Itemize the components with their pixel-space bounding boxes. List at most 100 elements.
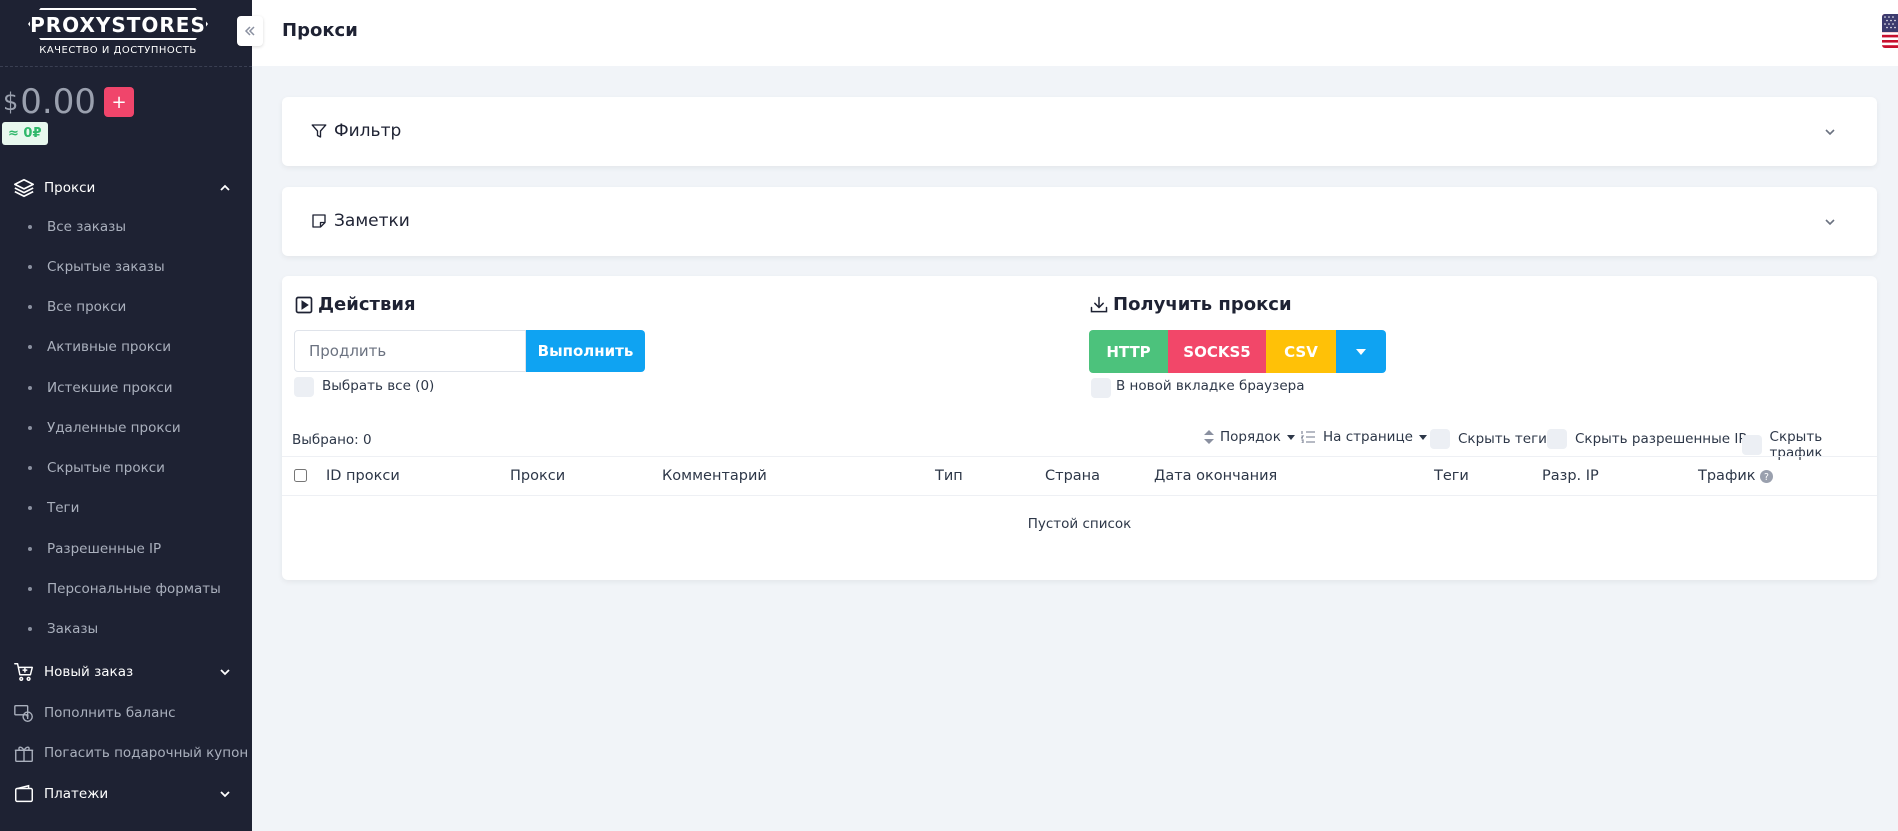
column-header-id[interactable]: ID прокси — [326, 468, 400, 484]
sidebar-subitem-all-orders[interactable]: Все заказы — [0, 212, 252, 242]
filter-icon — [311, 124, 327, 138]
empty-list-message: Пустой список — [1027, 516, 1132, 532]
sidebar-subitem-label: Разрешенные IP — [47, 541, 162, 557]
brand-logo[interactable]: PROXYSTORES КАЧЕСТВО И ДОСТУПНОСТЬ — [28, 8, 210, 58]
sidebar-item-label: Пополнить баланс — [44, 705, 176, 721]
sidebar: PROXYSTORES КАЧЕСТВО И ДОСТУПНОСТЬ $ 0.0… — [0, 0, 252, 831]
bullet-icon — [28, 426, 32, 430]
column-header-country[interactable]: Страна — [1045, 468, 1100, 484]
selected-count: Выбрано: 0 — [292, 432, 372, 448]
filter-card[interactable]: Фильтр — [282, 97, 1877, 166]
http-format-button[interactable]: HTTP — [1089, 330, 1168, 373]
per-page-dropdown[interactable]: На странице — [1301, 429, 1427, 445]
sort-icon — [1204, 430, 1214, 444]
topbar: Прокси — [252, 0, 1898, 66]
play-icon — [295, 296, 313, 313]
sidebar-subitem-label: Теги — [47, 500, 80, 516]
sidebar-subitem-label: Скрытые прокси — [47, 460, 165, 476]
order-label: Порядок — [1220, 429, 1281, 445]
column-header-tags[interactable]: Теги — [1434, 468, 1469, 484]
sidebar-subitem-label: Активные прокси — [47, 339, 172, 355]
balance-rub-badge: ≈ 0₽ — [2, 122, 48, 145]
sidebar-item-top-up[interactable]: Пополнить баланс — [0, 698, 252, 728]
sidebar-item-label: Прокси — [44, 180, 96, 196]
gift-icon — [12, 741, 36, 765]
column-header-comment[interactable]: Комментарий — [662, 468, 767, 484]
notes-card[interactable]: Заметки — [282, 187, 1877, 256]
sidebar-subitem-label: Скрытые заказы — [47, 259, 165, 275]
bullet-icon — [28, 627, 32, 631]
layers-icon — [12, 176, 36, 200]
new-tab-checkbox[interactable] — [1091, 378, 1111, 398]
collapse-sidebar-button[interactable] — [237, 16, 263, 46]
sidebar-item-proxy[interactable]: Прокси — [0, 173, 252, 203]
column-header-type[interactable]: Тип — [935, 468, 963, 484]
action-select[interactable]: Продлить — [294, 330, 526, 372]
sidebar-subitem-deleted-proxies[interactable]: Удаленные прокси — [0, 413, 252, 443]
svg-text:?: ? — [1764, 471, 1769, 482]
socks5-format-button[interactable]: SOCKS5 — [1168, 330, 1266, 373]
column-header-allowed-ip[interactable]: Разр. IP — [1542, 468, 1599, 484]
sidebar-item-new-order[interactable]: Новый заказ — [0, 657, 252, 687]
actions-title: Действия — [294, 294, 416, 315]
sidebar-subitem-orders[interactable]: Заказы — [0, 614, 252, 644]
hide-allowed-ip-toggle[interactable]: Скрыть разрешенные IP — [1547, 429, 1747, 449]
sidebar-subitem-allowed-ip[interactable]: Разрешенные IP — [0, 534, 252, 564]
sidebar-item-coupon[interactable]: Погасить подарочный купон — [0, 738, 252, 768]
bullet-icon — [28, 547, 32, 551]
sidebar-subitem-label: Удаленные прокси — [47, 420, 181, 436]
add-funds-button[interactable]: + — [103, 87, 134, 117]
sidebar-item-payments[interactable]: Платежи — [0, 779, 252, 809]
caret-down-icon — [1418, 434, 1427, 440]
csv-format-button[interactable]: CSV — [1266, 330, 1336, 373]
format-dropdown-button[interactable] — [1336, 330, 1386, 373]
sidebar-subitem-expired-proxies[interactable]: Истекшие прокси — [0, 373, 252, 403]
chevron-down-icon — [220, 791, 230, 798]
hide-allowed-ip-checkbox[interactable] — [1547, 429, 1567, 449]
bullet-icon — [28, 305, 32, 309]
bullet-icon — [28, 386, 32, 390]
sidebar-subitem-all-proxies[interactable]: Все прокси — [0, 292, 252, 322]
double-chevron-left-icon — [244, 26, 255, 36]
cart-icon — [12, 660, 36, 684]
hide-tags-toggle[interactable]: Скрыть теги — [1430, 429, 1547, 449]
sidebar-divider — [0, 66, 252, 67]
sidebar-subitem-tags[interactable]: Теги — [0, 493, 252, 523]
get-proxy-title-label: Получить прокси — [1113, 294, 1292, 315]
sidebar-subitem-label: Все заказы — [47, 219, 126, 235]
select-all-checkbox[interactable] — [294, 377, 314, 397]
page-title: Прокси — [282, 20, 358, 41]
help-icon[interactable]: ? — [1759, 469, 1773, 483]
sidebar-subitem-hidden-orders[interactable]: Скрытые заказы — [0, 252, 252, 282]
execute-button[interactable]: Выполнить — [526, 330, 645, 372]
bullet-icon — [28, 225, 32, 229]
bullet-icon — [28, 466, 32, 470]
chevron-down-icon[interactable] — [1823, 125, 1837, 139]
sidebar-item-label: Платежи — [44, 786, 109, 802]
logo-title: PROXYSTORES — [30, 13, 206, 37]
us-flag-icon[interactable] — [1882, 14, 1898, 48]
sidebar-subitem-active-proxies[interactable]: Активные прокси — [0, 332, 252, 362]
table-select-all-checkbox[interactable] — [294, 469, 307, 482]
note-icon — [312, 214, 326, 228]
sidebar-subitem-label: Персональные форматы — [47, 581, 221, 597]
column-header-end-date[interactable]: Дата окончания — [1154, 468, 1277, 484]
sidebar-subitem-label: Истекшие прокси — [47, 380, 173, 396]
notes-header: Заметки — [310, 211, 410, 231]
notes-title: Заметки — [334, 211, 410, 231]
chevron-down-icon — [220, 669, 230, 676]
chevron-down-icon[interactable] — [1823, 215, 1837, 229]
order-dropdown[interactable]: Порядок — [1204, 429, 1295, 445]
sidebar-subitem-hidden-proxies[interactable]: Скрытые прокси — [0, 453, 252, 483]
column-header-proxy[interactable]: Прокси — [510, 468, 565, 484]
bullet-icon — [28, 587, 32, 591]
sidebar-item-label: Погасить подарочный купон — [44, 745, 249, 761]
wallet-icon — [12, 782, 36, 806]
proxies-card: Действия Продлить Выполнить Выбрать все … — [282, 276, 1877, 580]
sidebar-subitem-personal-formats[interactable]: Персональные форматы — [0, 574, 252, 604]
filter-header: Фильтр — [310, 121, 401, 141]
hide-tags-checkbox[interactable] — [1430, 429, 1450, 449]
column-header-traffic[interactable]: Трафик ? — [1698, 468, 1773, 484]
hide-traffic-checkbox[interactable] — [1742, 435, 1762, 455]
filter-title: Фильтр — [334, 121, 402, 141]
